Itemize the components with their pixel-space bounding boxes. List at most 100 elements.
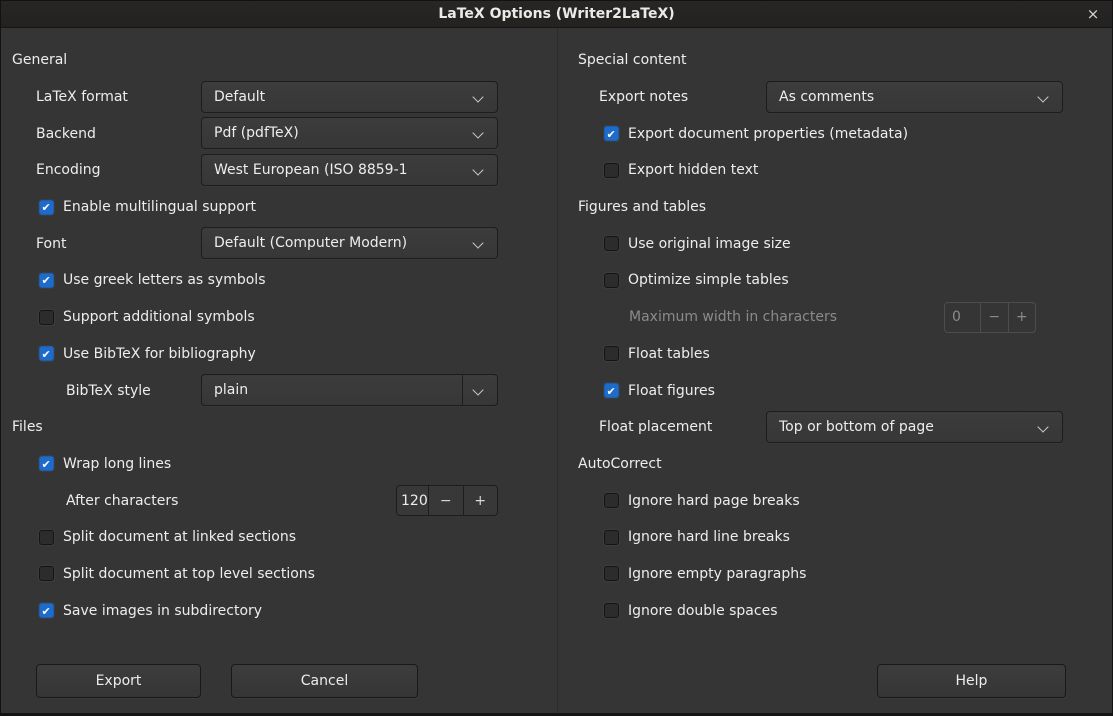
export-hidden-label: Export hidden text	[628, 162, 758, 178]
split-top-row: Split document at top level sections	[1, 556, 557, 593]
after-characters-value[interactable]: 120	[397, 486, 428, 515]
use-bibtex-checkbox[interactable]	[39, 346, 54, 361]
ignore-page-breaks-row: Ignore hard page breaks	[558, 482, 1113, 519]
max-width-label: Maximum width in characters	[629, 309, 837, 325]
float-figures-row: Float figures	[558, 372, 1113, 409]
additional-symbols-row: Support additional symbols	[1, 299, 557, 336]
ignore-line-breaks-row: Ignore hard line breaks	[558, 519, 1113, 556]
cancel-button-label: Cancel	[301, 673, 348, 689]
section-special-content: Special content	[558, 42, 1113, 79]
split-linked-row: Split document at linked sections	[1, 519, 557, 556]
float-placement-value: Top or bottom of page	[779, 419, 934, 435]
additional-symbols-checkbox[interactable]	[39, 310, 54, 325]
font-combobox[interactable]: Default (Computer Modern)	[201, 227, 498, 259]
chevron-down-icon	[472, 385, 483, 396]
after-characters-label: After characters	[66, 493, 178, 509]
export-metadata-checkbox[interactable]	[604, 126, 619, 141]
wrap-lines-checkbox[interactable]	[39, 456, 54, 471]
section-general-label: General	[12, 52, 67, 68]
section-autocorrect: AutoCorrect	[558, 446, 1113, 483]
backend-row: Backend Pdf (pdfTeX)	[1, 115, 557, 152]
encoding-row: Encoding West European (ISO 8859-1	[1, 152, 557, 189]
latex-format-combobox[interactable]: Default	[201, 81, 498, 113]
section-autocorrect-label: AutoCorrect	[578, 456, 662, 472]
save-images-label: Save images in subdirectory	[63, 603, 262, 619]
ignore-line-breaks-checkbox[interactable]	[604, 530, 619, 545]
ignore-double-checkbox[interactable]	[604, 603, 619, 618]
ignore-page-breaks-label: Ignore hard page breaks	[628, 493, 800, 509]
bibtex-style-value: plain	[214, 382, 248, 398]
float-figures-checkbox[interactable]	[604, 383, 619, 398]
enable-multilingual-label: Enable multilingual support	[63, 199, 256, 215]
font-row: Font Default (Computer Modern)	[1, 225, 557, 262]
wrap-lines-label: Wrap long lines	[63, 456, 171, 472]
section-general: General	[1, 42, 557, 79]
export-hidden-checkbox[interactable]	[604, 163, 619, 178]
hidden-text-row: Export hidden text	[558, 152, 1113, 189]
max-width-value: 0	[945, 303, 980, 332]
help-button[interactable]: Help	[877, 664, 1066, 698]
float-tables-label: Float tables	[628, 346, 710, 362]
dialog-content: General LaTeX format Default Backend Pdf…	[1, 28, 1112, 715]
minus-icon[interactable]: −	[428, 486, 463, 515]
use-bibtex-label: Use BibTeX for bibliography	[63, 346, 256, 362]
greek-letters-checkbox[interactable]	[39, 273, 54, 288]
ignore-line-breaks-label: Ignore hard line breaks	[628, 529, 790, 545]
encoding-label: Encoding	[36, 162, 101, 178]
titlebar[interactable]: LaTeX Options (Writer2LaTeX) ×	[1, 1, 1112, 28]
bibtex-style-row: BibTeX style plain	[1, 372, 557, 409]
float-placement-row: Float placement Top or bottom of page	[558, 409, 1113, 446]
split-top-label: Split document at top level sections	[63, 566, 315, 582]
float-tables-row: Float tables	[558, 336, 1113, 373]
max-width-spinner: 0 − +	[944, 302, 1036, 333]
additional-symbols-label: Support additional symbols	[63, 309, 255, 325]
ignore-empty-row: Ignore empty paragraphs	[558, 556, 1113, 593]
latex-format-value: Default	[214, 89, 265, 105]
export-notes-label: Export notes	[599, 89, 688, 105]
enable-multilingual-checkbox[interactable]	[39, 200, 54, 215]
original-size-row: Use original image size	[558, 225, 1113, 262]
export-button[interactable]: Export	[36, 664, 201, 698]
metadata-row: Export document properties (metadata)	[558, 115, 1113, 152]
font-label: Font	[36, 236, 66, 252]
cancel-button[interactable]: Cancel	[231, 664, 418, 698]
minus-icon: −	[980, 303, 1008, 332]
section-figures-tables: Figures and tables	[558, 189, 1113, 226]
after-characters-row: After characters 120 − +	[1, 482, 557, 519]
export-metadata-label: Export document properties (metadata)	[628, 126, 908, 142]
multilingual-row: Enable multilingual support	[1, 189, 557, 226]
window-title: LaTeX Options (Writer2LaTeX)	[438, 6, 674, 22]
section-figures-tables-label: Figures and tables	[578, 199, 706, 215]
greek-row: Use greek letters as symbols	[1, 262, 557, 299]
export-button-label: Export	[96, 673, 142, 689]
optimize-tables-label: Optimize simple tables	[628, 272, 789, 288]
section-files: Files	[1, 409, 557, 446]
max-width-row: Maximum width in characters 0 − +	[558, 299, 1113, 336]
original-size-checkbox[interactable]	[604, 236, 619, 251]
export-notes-combobox[interactable]: As comments	[766, 81, 1063, 113]
export-notes-row: Export notes As comments	[558, 79, 1113, 116]
backend-label: Backend	[36, 126, 96, 142]
float-placement-label: Float placement	[599, 419, 712, 435]
plus-icon: +	[1008, 303, 1036, 332]
save-images-row: Save images in subdirectory	[1, 592, 557, 629]
after-characters-spinner: 120 − +	[396, 485, 498, 516]
right-column: Special content Export notes As comments…	[558, 28, 1113, 629]
optimize-tables-checkbox[interactable]	[604, 273, 619, 288]
backend-value: Pdf (pdfTeX)	[214, 125, 299, 141]
ignore-double-row: Ignore double spaces	[558, 592, 1113, 629]
float-tables-checkbox[interactable]	[604, 346, 619, 361]
split-linked-checkbox[interactable]	[39, 530, 54, 545]
ignore-page-breaks-checkbox[interactable]	[604, 493, 619, 508]
bibtex-style-combobox[interactable]: plain	[201, 374, 498, 406]
ignore-empty-checkbox[interactable]	[604, 566, 619, 581]
encoding-value: West European (ISO 8859-1	[214, 162, 408, 178]
backend-combobox[interactable]: Pdf (pdfTeX)	[201, 117, 498, 149]
plus-icon[interactable]: +	[463, 486, 498, 515]
save-images-checkbox[interactable]	[39, 603, 54, 618]
close-icon[interactable]: ×	[1082, 1, 1104, 27]
window-bottom-border	[1, 713, 1112, 715]
encoding-combobox[interactable]: West European (ISO 8859-1	[201, 154, 498, 186]
split-top-checkbox[interactable]	[39, 566, 54, 581]
float-placement-combobox[interactable]: Top or bottom of page	[766, 411, 1063, 443]
